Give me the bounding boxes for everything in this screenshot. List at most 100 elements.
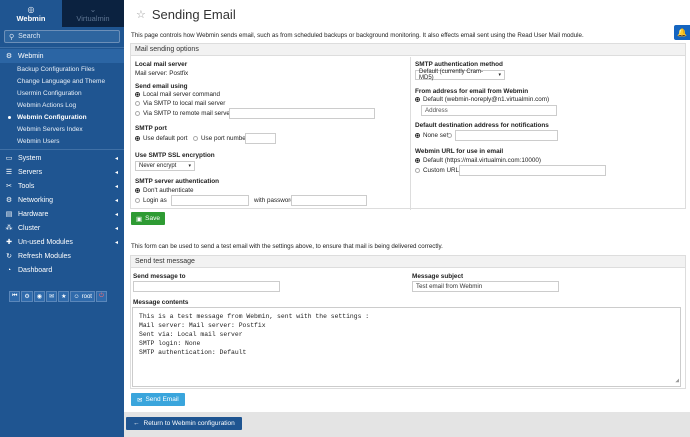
sidebar-item-language[interactable]: Change Language and Theme (0, 75, 124, 87)
subject-label: Message subject (412, 273, 464, 280)
webmin-url-input[interactable] (459, 165, 606, 176)
sidebar-section-system[interactable]: ▭ System ◂ (0, 151, 124, 165)
panel-header: Send test message (131, 256, 685, 268)
arrow-left-icon: ← (133, 420, 140, 427)
sidebar-item-users[interactable]: Webmin Users (0, 135, 124, 147)
ssl-select[interactable]: Never encrypt ▾ (135, 161, 195, 171)
message-contents-textarea[interactable]: This is a test message from Webmin, sent… (132, 307, 681, 387)
sidebar-section-hardware[interactable]: ▤ Hardware ◂ (0, 207, 124, 221)
caret-icon: ◂ (114, 225, 118, 232)
caret-icon: ◂ (114, 169, 118, 176)
option-label: Login as (143, 197, 167, 204)
sidebar-footer: ⏮ ⚙ ◉ ✉ ★ ☺ root ⏻ (9, 291, 107, 302)
sidebar-section-unused[interactable]: ✚ Un-used Modules ◂ (0, 235, 124, 249)
sidebar-section-webmin[interactable]: ⚙ Webmin (0, 49, 124, 63)
radio-button[interactable] (135, 111, 140, 116)
webmin-logo-icon: ◎ (27, 4, 35, 14)
user-button[interactable]: ☺ root (70, 291, 95, 302)
sidebar-section-servers[interactable]: ☰ Servers ◂ (0, 165, 124, 179)
return-button[interactable]: ← Return to Webmin configuration (126, 417, 242, 430)
send-to-input[interactable] (133, 281, 280, 292)
sidebar-section-label: Hardware (18, 210, 49, 218)
radio-button[interactable] (415, 158, 420, 163)
resize-handle-icon[interactable]: ◢ (675, 376, 679, 385)
ssl-select-value: Never encrypt (139, 163, 177, 169)
webmin-url-label: Webmin URL for use in email (415, 148, 504, 155)
sidebar-section-dashboard[interactable]: ◔ Dashboard (0, 263, 124, 277)
dest-address-custom-radio[interactable] (447, 133, 452, 138)
radio-button[interactable] (135, 136, 140, 141)
webmin-url-custom[interactable]: Custom URL (415, 167, 459, 174)
send-using-smtp-local[interactable]: Via SMTP to local mail server (135, 100, 225, 107)
radio-button[interactable] (415, 133, 420, 138)
contents-line: Mail server: Mail server: Postfix (139, 322, 266, 329)
from-address-label: From address for email from Webmin (415, 88, 529, 95)
logout-icon: ⏻ (99, 293, 104, 299)
sidebar-item-backup[interactable]: Backup Configuration Files (0, 63, 124, 75)
sidebar-divider (0, 47, 124, 48)
gear-icon: ⚙ (24, 294, 30, 300)
send-email-button[interactable]: ✉ Send Email (131, 393, 185, 406)
sidebar-section-label: Networking (18, 196, 54, 204)
smtp-port-default[interactable]: Use default port (135, 135, 187, 142)
password-input[interactable] (291, 195, 367, 206)
sidebar-item-usermin[interactable]: Usermin Configuration (0, 87, 124, 99)
radio-button[interactable] (135, 92, 140, 97)
sidebar-section-networking[interactable]: ⚙ Networking ◂ (0, 193, 124, 207)
from-address-default[interactable]: Default (webmin-noreply@n1.virtualmin.co… (415, 96, 549, 103)
tab-virtualmin[interactable]: ⌄ Virtualmin (62, 0, 124, 27)
palette-icon: ◉ (36, 294, 43, 300)
sidebar-search[interactable]: ⚲ Search (4, 30, 120, 43)
login-input[interactable] (171, 195, 249, 206)
sidebar-section-tools[interactable]: ✂ Tools ◂ (0, 179, 124, 193)
tab-webmin[interactable]: ◎ Webmin (0, 0, 62, 27)
radio-button[interactable] (415, 97, 420, 102)
smtp-port-custom[interactable]: Use port number (193, 135, 248, 142)
theme-button[interactable]: ◉ (33, 291, 46, 302)
collapse-button[interactable]: ⏮ (9, 291, 21, 302)
radio-button[interactable] (135, 101, 140, 106)
settings-button[interactable]: ⚙ (21, 291, 33, 302)
favorite-star-icon[interactable]: ☆ (136, 8, 146, 21)
dest-address-input[interactable] (455, 130, 558, 141)
from-address-input[interactable]: Address (421, 105, 557, 116)
page-title: Sending Email (151, 7, 236, 22)
remote-server-input[interactable] (229, 108, 375, 119)
smtp-port-input[interactable] (245, 133, 276, 144)
caret-icon: ◂ (114, 197, 118, 204)
contents-label: Message contents (133, 299, 189, 306)
notifications-button[interactable]: 🔔 (674, 25, 690, 40)
sidebar-section-label: Webmin (18, 52, 44, 60)
send-using-label: Send email using (135, 83, 188, 90)
user-icon: ☺ (73, 293, 80, 300)
sidebar-section-refresh[interactable]: ↻ Refresh Modules (0, 249, 124, 263)
dest-address-none[interactable]: None set (415, 132, 448, 139)
cluster-icon: ⁂ (5, 225, 13, 232)
send-using-smtp-remote[interactable]: Via SMTP to remote mail server (135, 110, 232, 117)
contents-line: Sent via: Local mail server (139, 331, 243, 338)
mail-button[interactable]: ✉ (46, 291, 58, 302)
sidebar-section-label: Cluster (18, 224, 41, 232)
save-button[interactable]: ▣ Save (131, 212, 165, 225)
radio-button[interactable] (135, 188, 140, 193)
send-using-local[interactable]: Local mail server command (135, 91, 220, 98)
smtp-auth-label: SMTP server authentication (135, 178, 220, 185)
send-to-label: Send message to (133, 273, 186, 280)
sidebar-item-servers-index[interactable]: Webmin Servers Index (0, 123, 124, 135)
smtp-auth-none[interactable]: Don't authenticate (135, 187, 194, 194)
sidebar-item-webmin-config[interactable]: Webmin Configuration (0, 111, 124, 123)
auth-method-select[interactable]: Default (currently Cram-MD5) ▾ (415, 69, 505, 81)
test-description: This form can be used to send a test ema… (131, 243, 443, 250)
option-label: Local mail server command (143, 91, 220, 98)
sidebar-section-label: Refresh Modules (18, 252, 71, 260)
favorites-button[interactable]: ★ (58, 291, 70, 302)
webmin-url-default[interactable]: Default (https://mail.virtualmin.com:100… (415, 157, 541, 164)
sidebar-section-cluster[interactable]: ⁂ Cluster ◂ (0, 221, 124, 235)
logout-button[interactable]: ⏻ (95, 291, 107, 302)
radio-button[interactable] (135, 198, 140, 203)
radio-button[interactable] (193, 136, 198, 141)
smtp-auth-login[interactable]: Login as (135, 197, 167, 204)
subject-input[interactable]: Test email from Webmin (412, 281, 559, 292)
sidebar-item-actions-log[interactable]: Webmin Actions Log (0, 99, 124, 111)
radio-button[interactable] (415, 168, 420, 173)
